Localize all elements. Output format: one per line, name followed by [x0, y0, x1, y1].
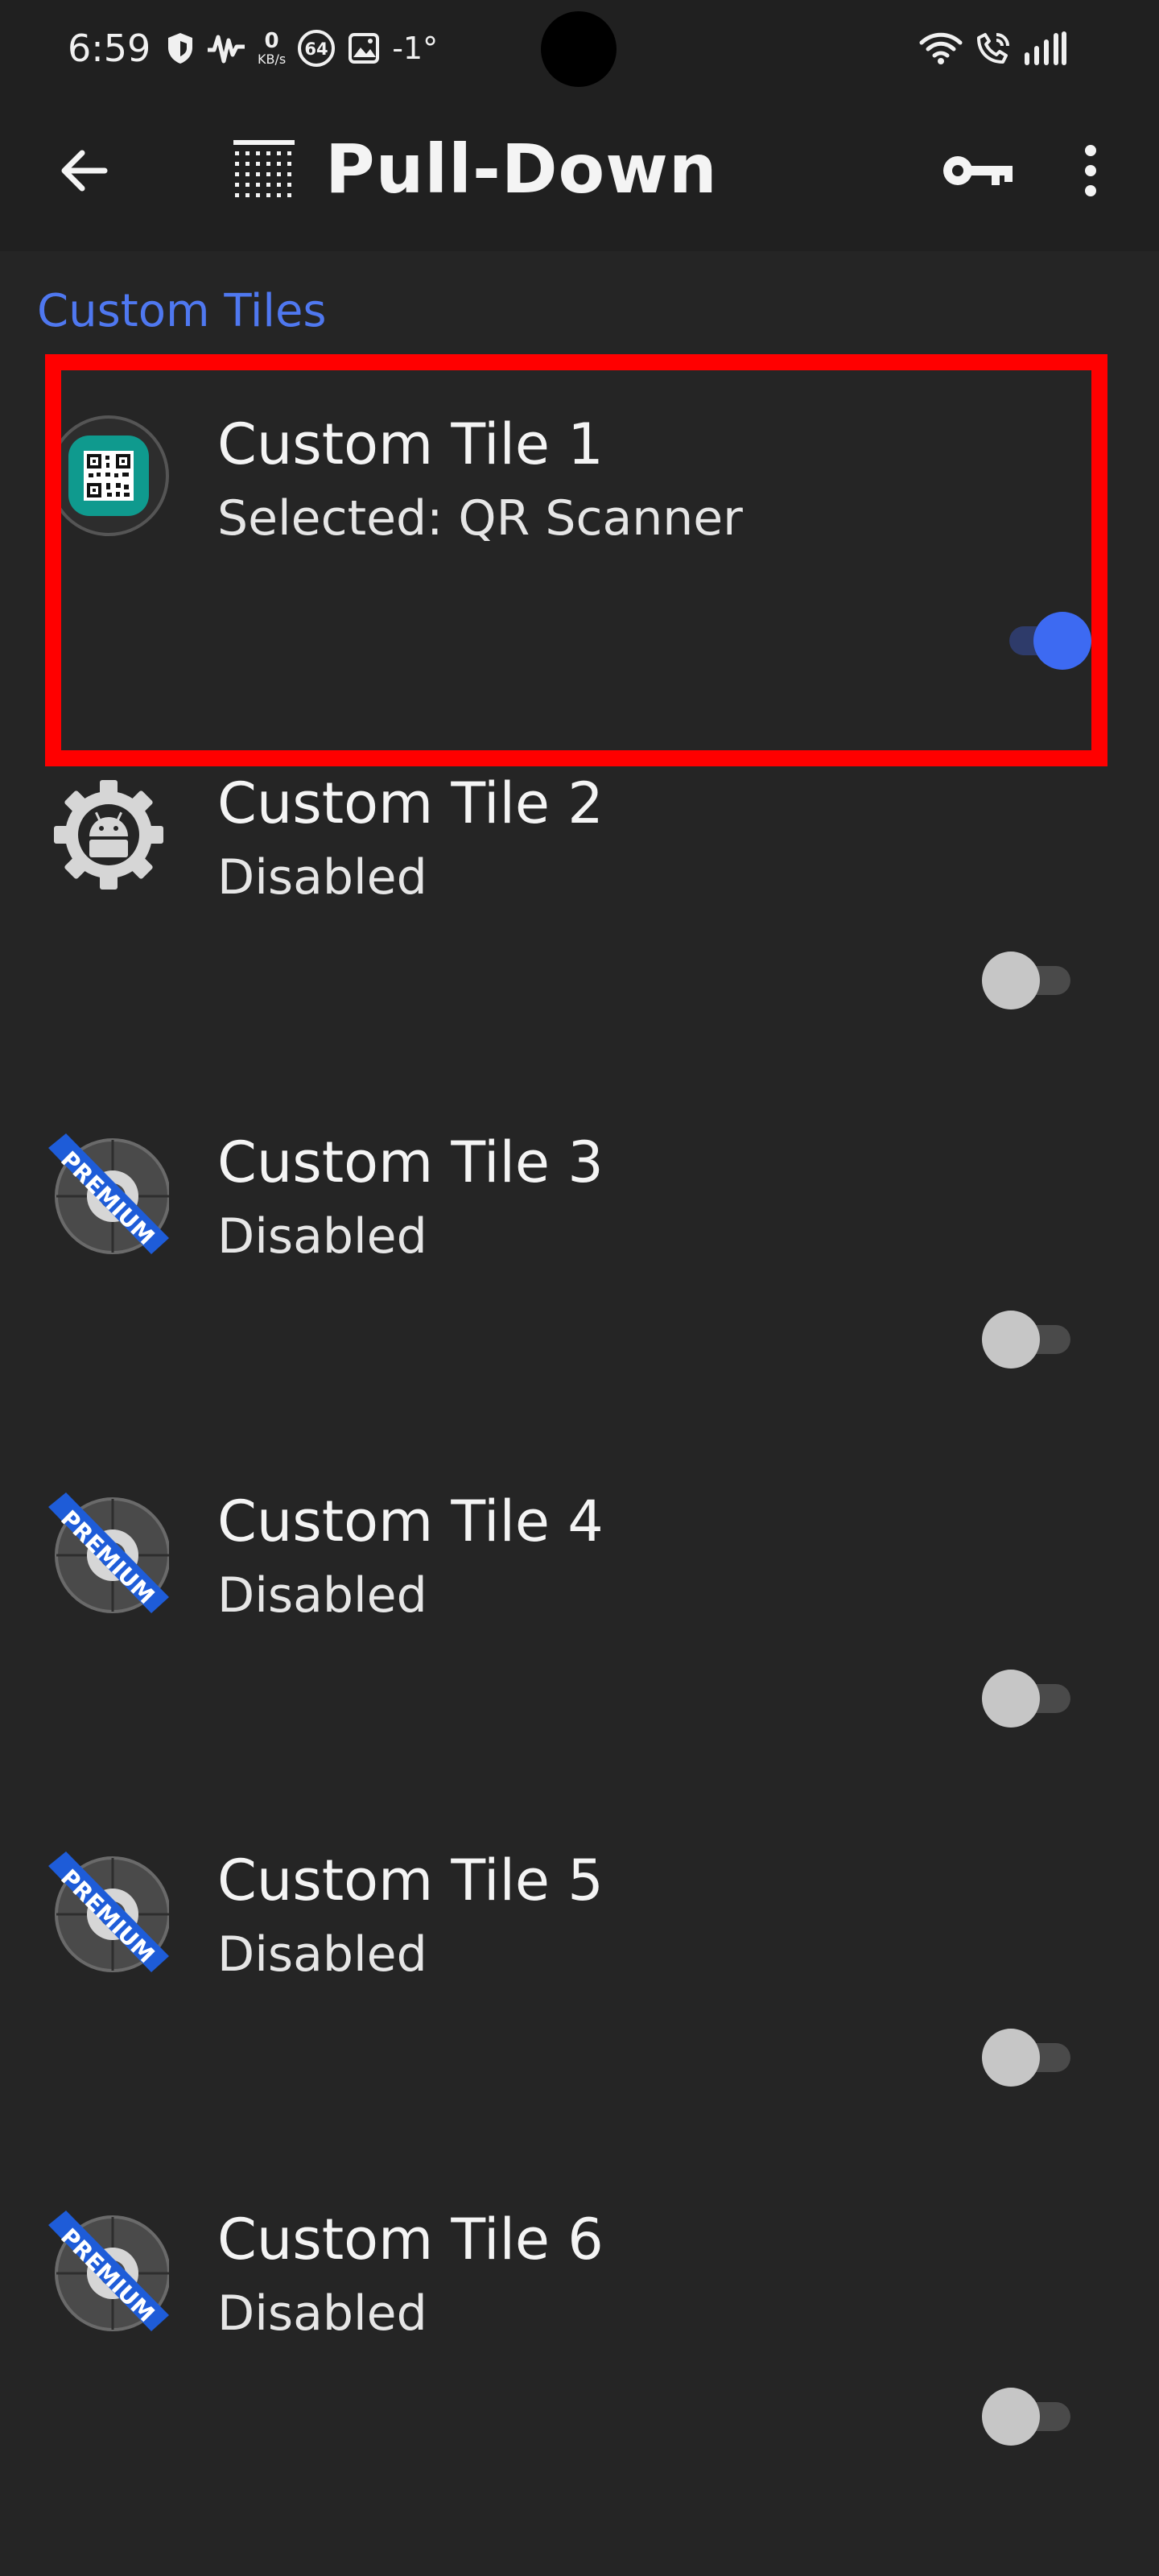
tile-3-switch[interactable] — [975, 1307, 1082, 1372]
network-speed-value: 0 — [264, 29, 279, 53]
temperature: -1° — [392, 31, 439, 66]
signal-icon — [1024, 31, 1069, 69]
tile-subtitle: Disabled — [217, 2285, 427, 2342]
switch-thumb — [982, 2388, 1040, 2446]
tile-4-switch[interactable] — [975, 1666, 1082, 1731]
list-item-custom-tile-2[interactable]: Custom Tile 2 Disabled — [0, 718, 1159, 1077]
tile-title: Custom Tile 1 — [217, 411, 604, 477]
premium-icon: PREMIUM — [48, 1492, 171, 1613]
tile-title: Custom Tile 5 — [217, 1847, 604, 1913]
list-item-custom-tile-5[interactable]: PREMIUM Custom Tile 5 Disabled — [0, 1795, 1159, 2154]
switch-thumb — [982, 2029, 1040, 2087]
switch-thumb — [982, 1670, 1040, 1728]
back-button[interactable] — [45, 132, 122, 209]
premium-icon: PREMIUM — [48, 2211, 171, 2331]
key-button[interactable] — [934, 132, 1022, 209]
status-icons-right — [919, 27, 1069, 72]
status-icons-left: 0 KB/s 64 -1° — [166, 24, 438, 72]
tile-subtitle: Disabled — [217, 849, 427, 906]
qr-scanner-icon — [48, 415, 169, 536]
tile-title: Custom Tile 2 — [217, 770, 604, 836]
activity-wave-icon — [206, 32, 246, 64]
tile-6-switch[interactable] — [975, 2384, 1082, 2449]
network-speed: 0 KB/s — [258, 31, 286, 66]
back-arrow-icon — [61, 150, 108, 192]
more-vert-icon — [1085, 145, 1096, 196]
tile-1-switch[interactable] — [987, 609, 1093, 673]
badge-count-text: 64 — [305, 39, 328, 59]
wifi-calling-icon — [972, 30, 1014, 70]
switch-thumb — [1033, 612, 1091, 670]
tile-title: Custom Tile 3 — [217, 1129, 604, 1195]
switch-thumb — [982, 1311, 1040, 1368]
section-header: Custom Tiles — [37, 285, 327, 337]
premium-icon: PREMIUM — [48, 1133, 171, 1254]
network-speed-unit: KB/s — [258, 52, 287, 67]
tile-subtitle: Disabled — [217, 1567, 427, 1624]
android-gear-icon — [48, 774, 169, 895]
list-item-custom-tile-6[interactable]: PREMIUM Custom Tile 6 Disabled — [0, 2154, 1159, 2513]
app-title: Pull-Down — [325, 130, 718, 208]
gallery-icon — [347, 31, 381, 65]
tile-subtitle: Disabled — [217, 1208, 427, 1265]
tile-subtitle: Selected: QR Scanner — [217, 490, 743, 547]
list-item-custom-tile-1[interactable]: Custom Tile 1 Selected: QR Scanner — [0, 359, 1159, 718]
premium-icon: PREMIUM — [48, 1852, 171, 1972]
status-bar: 6:59 0 KB/s 64 -1° — [0, 0, 1159, 98]
tile-title: Custom Tile 4 — [217, 1488, 604, 1554]
list-item-custom-tile-4[interactable]: PREMIUM Custom Tile 4 Disabled — [0, 1436, 1159, 1795]
tile-2-switch[interactable] — [975, 948, 1082, 1013]
count-badge-icon: 64 — [297, 29, 336, 68]
key-icon — [943, 156, 1013, 185]
tile-5-switch[interactable] — [975, 2025, 1082, 2090]
tile-subtitle: Disabled — [217, 1926, 427, 1983]
status-time: 6:59 — [68, 27, 151, 70]
more-options-button[interactable] — [1054, 132, 1127, 209]
camera-cutout — [541, 11, 617, 87]
tile-title: Custom Tile 6 — [217, 2207, 604, 2273]
list-item-custom-tile-3[interactable]: PREMIUM Custom Tile 3 Disabled — [0, 1077, 1159, 1436]
app-bar: Pull-Down — [0, 98, 1159, 251]
switch-thumb — [982, 952, 1040, 1009]
wifi-icon — [919, 31, 963, 68]
app-logo-icon — [230, 135, 298, 203]
shield-icon — [166, 31, 195, 65]
